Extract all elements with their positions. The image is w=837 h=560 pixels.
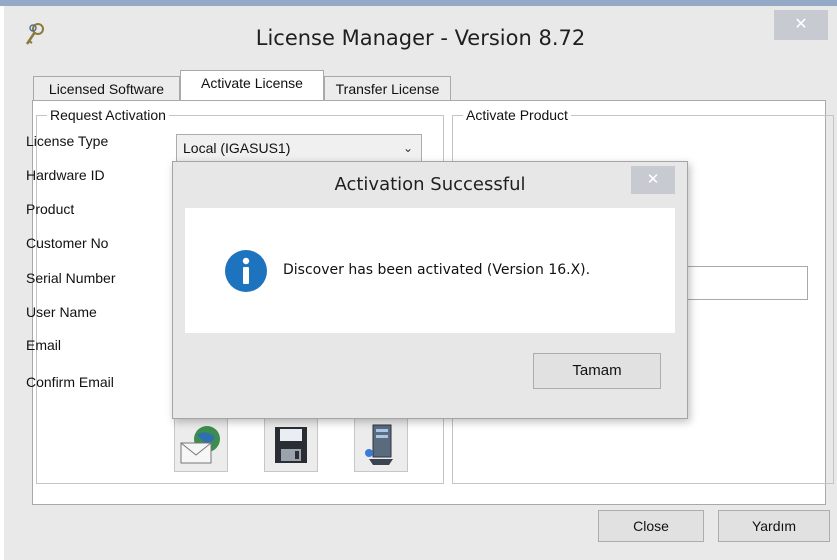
close-button[interactable]: Close — [598, 510, 704, 542]
computer-network-icon — [365, 424, 393, 465]
help-button[interactable]: Yardım — [718, 510, 830, 542]
computer-network-button[interactable] — [354, 418, 408, 472]
dialog-body: Discover has been activated (Version 16.… — [185, 208, 675, 333]
save-floppy-icon — [275, 427, 307, 463]
product-label: Product — [26, 201, 75, 217]
serial-number-label: Serial Number — [26, 270, 116, 286]
tab-licensed-software[interactable]: Licensed Software — [33, 76, 180, 102]
save-button[interactable] — [264, 418, 318, 472]
title-bar: License Manager - Version 8.72 ✕ — [4, 6, 837, 64]
close-icon: ✕ — [794, 16, 808, 33]
activation-successful-dialog: Activation Successful ✕ Discover has bee… — [172, 161, 688, 419]
tab-transfer-license[interactable]: Transfer License — [324, 76, 451, 102]
hardware-id-label: Hardware ID — [26, 167, 105, 183]
user-name-label: User Name — [26, 304, 97, 320]
dialog-close-button[interactable]: ✕ — [631, 166, 675, 194]
activation-code-input[interactable] — [678, 266, 808, 300]
group-title: Activate Product — [463, 107, 571, 123]
dialog-title: Activation Successful — [334, 174, 526, 195]
license-type-value: Local (IGASUS1) — [183, 140, 291, 156]
window-close-button[interactable]: ✕ — [774, 10, 828, 40]
tab-activate-license[interactable]: Activate License — [180, 70, 324, 101]
tab-label: Licensed Software — [48, 81, 165, 97]
tab-label: Activate License — [201, 75, 303, 91]
confirm-email-label: Confirm Email — [26, 374, 114, 390]
group-title: Request Activation — [47, 107, 169, 123]
customer-no-label: Customer No — [26, 235, 109, 251]
email-web-icon — [180, 426, 220, 464]
info-icon — [225, 250, 267, 292]
chevron-down-icon: ⌄ — [402, 141, 413, 155]
window-title: License Manager - Version 8.72 — [255, 26, 586, 50]
email-web-button[interactable] — [174, 418, 228, 472]
tab-label: Transfer License — [335, 81, 440, 97]
close-icon: ✕ — [646, 171, 660, 188]
email-label: Email — [26, 337, 62, 353]
license-type-select[interactable]: Local (IGASUS1) ⌄ — [176, 134, 422, 162]
dialog-message: Discover has been activated (Version 16.… — [283, 262, 591, 278]
ok-button[interactable]: Tamam — [533, 353, 661, 389]
license-type-label: License Type — [26, 133, 109, 149]
